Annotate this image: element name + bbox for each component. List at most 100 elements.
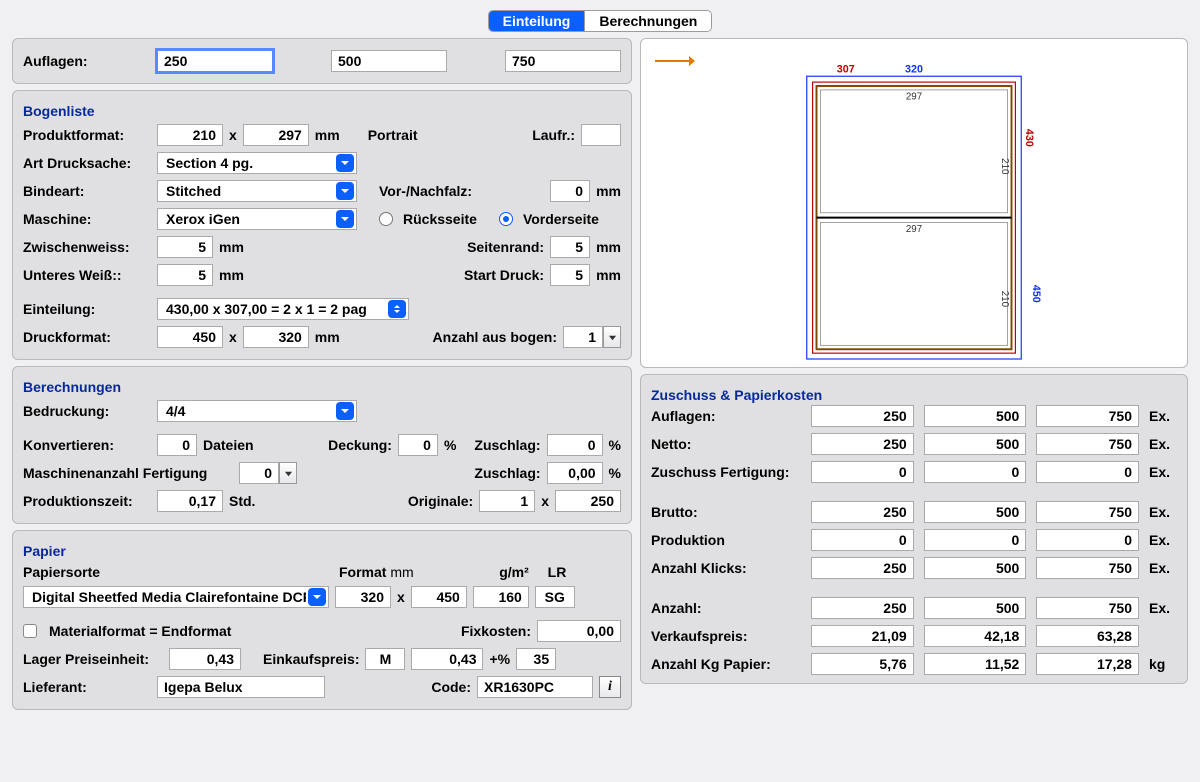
einkauf-pct[interactable]: [516, 648, 556, 670]
z_auflagen-3[interactable]: [1036, 405, 1139, 427]
unit-z_klicks: Ex.: [1149, 560, 1177, 576]
select-bedruckung[interactable]: 4/4: [157, 400, 357, 422]
label-z_kg: Anzahl Kg Papier:: [651, 656, 801, 672]
produktformat-h[interactable]: [243, 124, 309, 146]
label-lieferant: Lieferant:: [23, 679, 151, 695]
mm-4: mm: [596, 239, 621, 255]
z_anzahl-1[interactable]: [811, 597, 914, 619]
tab-berechnungen[interactable]: Berechnungen: [584, 11, 711, 31]
z_fert-2[interactable]: [924, 461, 1027, 483]
originale-a[interactable]: [479, 490, 535, 512]
z_vk-3[interactable]: [1036, 625, 1139, 647]
select-art[interactable]: Section 4 pg.: [157, 152, 357, 174]
panel-auflagen: Auflagen:: [12, 38, 632, 84]
code-input[interactable]: [477, 676, 593, 698]
z_kg-3[interactable]: [1036, 653, 1139, 675]
z_prod-2[interactable]: [924, 529, 1027, 551]
auflage-1-input[interactable]: [157, 50, 273, 72]
konvertieren-input[interactable]: [157, 434, 197, 456]
einkauf-input[interactable]: [411, 648, 483, 670]
lager-input[interactable]: [169, 648, 241, 670]
papierformat-w[interactable]: [335, 586, 391, 608]
zuschlag1-input[interactable]: [547, 434, 603, 456]
svg-text:450: 450: [1030, 285, 1042, 303]
pct-1: %: [444, 437, 456, 453]
z_vk-1[interactable]: [811, 625, 914, 647]
druckformat-w[interactable]: [157, 326, 223, 348]
x-3: x: [541, 493, 549, 509]
stepper-button[interactable]: [603, 326, 621, 348]
label-prodzeit: Produktionszeit:: [23, 493, 151, 509]
seitenrand-input[interactable]: [550, 236, 590, 258]
z_prod-1[interactable]: [811, 529, 914, 551]
label-std: Std.: [229, 493, 255, 509]
z_netto-2[interactable]: [924, 433, 1027, 455]
unteres-input[interactable]: [157, 264, 213, 286]
z_auflagen-2[interactable]: [924, 405, 1027, 427]
label-anzahl-bogen: Anzahl aus bogen:: [433, 329, 557, 345]
select-papiersorte[interactable]: Digital Sheetfed Media Clairefontaine DC…: [23, 586, 329, 608]
auflage-2-input[interactable]: [331, 50, 447, 72]
z_vk-2[interactable]: [924, 625, 1027, 647]
radio-vorderseite[interactable]: [499, 212, 513, 226]
chevron-down-icon: [336, 402, 354, 420]
unit-z_prod: Ex.: [1149, 532, 1177, 548]
z_netto-1[interactable]: [811, 433, 914, 455]
label-originale: Originale:: [408, 493, 473, 509]
z_klicks-2[interactable]: [924, 557, 1027, 579]
radio-rueckseite[interactable]: [379, 212, 393, 226]
deckung-input[interactable]: [398, 434, 438, 456]
lr-input[interactable]: [535, 586, 575, 608]
laufr-input[interactable]: [581, 124, 621, 146]
z_kg-1[interactable]: [811, 653, 914, 675]
lieferant-input[interactable]: [157, 676, 325, 698]
select-art-value: Section 4 pg.: [166, 155, 253, 171]
fixkosten-input[interactable]: [537, 620, 621, 642]
z_brutto-1[interactable]: [811, 501, 914, 523]
z_fert-3[interactable]: [1036, 461, 1139, 483]
label-vorderseite: Vorderseite: [523, 211, 599, 227]
unit-z_anzahl: Ex.: [1149, 600, 1177, 616]
startdruck-input[interactable]: [550, 264, 590, 286]
z_brutto-3[interactable]: [1036, 501, 1139, 523]
stepper-button[interactable]: [279, 462, 297, 484]
z_netto-3[interactable]: [1036, 433, 1139, 455]
gsm-input[interactable]: [473, 586, 529, 608]
auflage-3-input[interactable]: [505, 50, 621, 72]
z_auflagen-1[interactable]: [811, 405, 914, 427]
z_anzahl-2[interactable]: [924, 597, 1027, 619]
label-zwischen: Zwischenweiss:: [23, 239, 151, 255]
select-maschine[interactable]: Xerox iGen: [157, 208, 357, 230]
z_klicks-3[interactable]: [1036, 557, 1139, 579]
select-einteilung[interactable]: 430,00 x 307,00 = 2 x 1 = 2 pag: [157, 298, 409, 320]
z_klicks-1[interactable]: [811, 557, 914, 579]
einkauf-m[interactable]: [365, 648, 405, 670]
z_anzahl-3[interactable]: [1036, 597, 1139, 619]
checkbox-materialformat[interactable]: [23, 624, 37, 638]
z_fert-1[interactable]: [811, 461, 914, 483]
label-unteres: Unteres Weiß::: [23, 267, 151, 283]
mfert-input[interactable]: [239, 462, 279, 484]
originale-b[interactable]: [555, 490, 621, 512]
prodzeit-input[interactable]: [157, 490, 223, 512]
tab-einteilung[interactable]: Einteilung: [489, 11, 585, 31]
zuschlag2-input[interactable]: [547, 462, 603, 484]
label-z_fert: Zuschuss Fertigung:: [651, 464, 801, 480]
select-bindeart[interactable]: Stitched: [157, 180, 357, 202]
svg-text:210: 210: [999, 158, 1010, 175]
druckformat-h[interactable]: [243, 326, 309, 348]
label-vorfalz: Vor-/Nachfalz:: [379, 183, 472, 199]
z_prod-3[interactable]: [1036, 529, 1139, 551]
z_kg-2[interactable]: [924, 653, 1027, 675]
anzahl-bogen-input[interactable]: [563, 326, 603, 348]
z_brutto-2[interactable]: [924, 501, 1027, 523]
vorfalz-input[interactable]: [550, 180, 590, 202]
info-button[interactable]: i: [599, 676, 621, 698]
svg-text:307: 307: [837, 63, 855, 75]
produktformat-w[interactable]: [157, 124, 223, 146]
papierformat-h[interactable]: [411, 586, 467, 608]
mm-3: mm: [219, 239, 244, 255]
zwischen-input[interactable]: [157, 236, 213, 258]
panel-papier: Papier Papiersorte Format mm g/m² LR Dig…: [12, 530, 632, 710]
mm-1: mm: [315, 127, 340, 143]
